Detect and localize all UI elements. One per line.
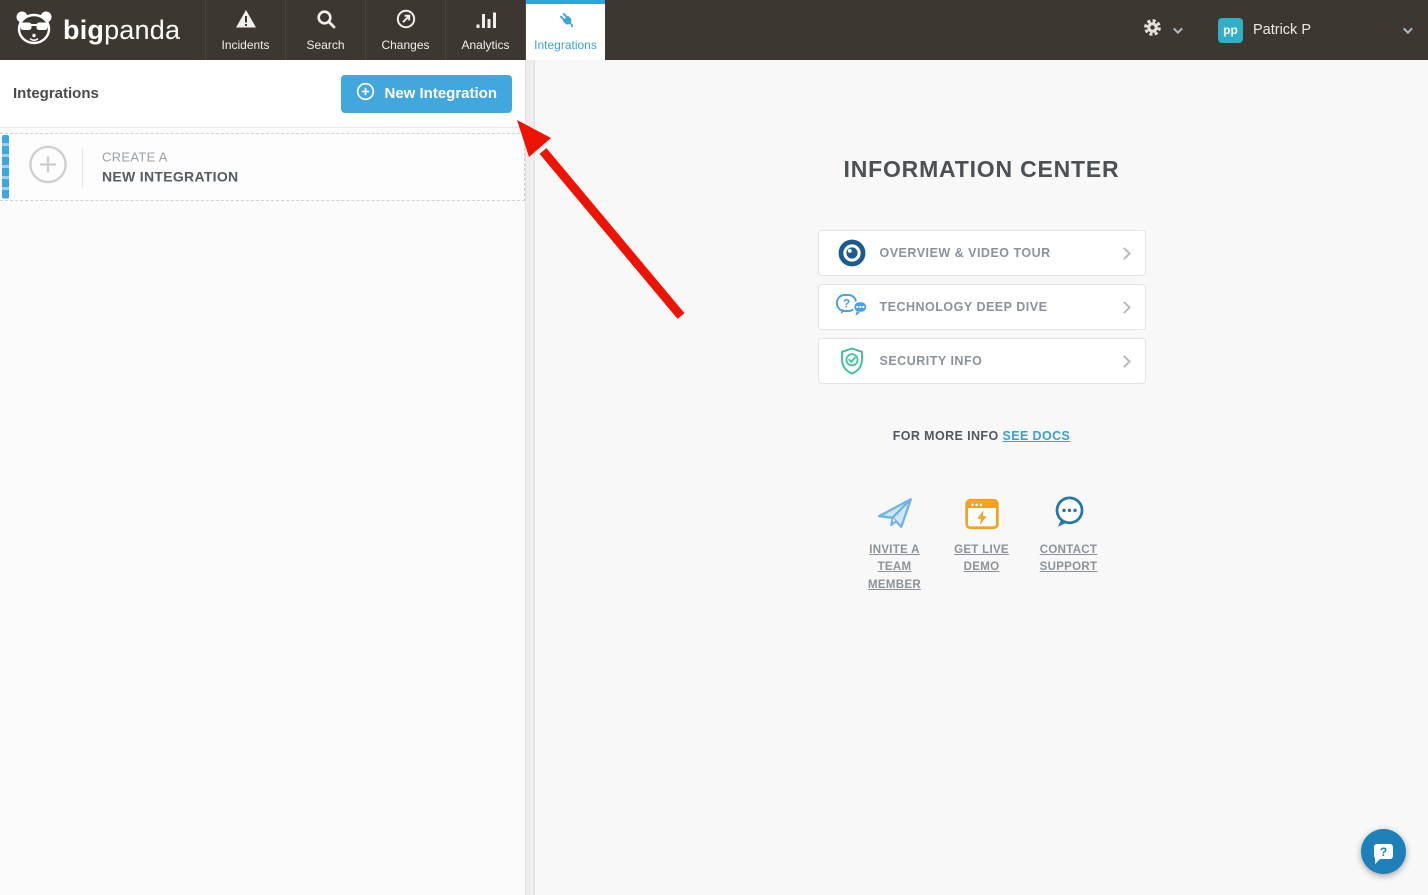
- question-bubble-icon: ?: [1374, 844, 1393, 859]
- chevron-down-icon: [1173, 24, 1183, 34]
- plug-icon: [556, 9, 576, 34]
- tab-label: Analytics: [461, 38, 509, 52]
- tab-label: Incidents: [221, 38, 269, 52]
- overview-video-tour-card[interactable]: OVERVIEW & VIDEO TOUR: [818, 230, 1146, 276]
- settings-menu[interactable]: [1142, 17, 1180, 43]
- panda-icon: [14, 9, 54, 52]
- chevron-right-icon: [1118, 355, 1131, 368]
- avatar[interactable]: pp: [1218, 18, 1243, 43]
- security-shield-icon: [835, 346, 869, 376]
- tech-chat-icon: ?: [835, 292, 869, 322]
- more-info-line: FOR MORE INFO SEE DOCS: [535, 429, 1428, 443]
- contact-support-icon: [1025, 493, 1112, 531]
- quick-link-label: GET LIVE DEMO: [938, 542, 1025, 577]
- tab-label: Search: [306, 38, 344, 52]
- create-card-text: CREATE A NEW INTEGRATION: [102, 150, 238, 185]
- gear-icon: [1142, 17, 1163, 43]
- invite-team-member-link[interactable]: INVITE A TEAM MEMBER: [851, 493, 938, 594]
- overview-eye-icon: [835, 238, 869, 268]
- help-button[interactable]: ?: [1361, 829, 1406, 874]
- chevron-right-icon: [1118, 247, 1131, 260]
- chevron-right-icon: [1118, 301, 1131, 314]
- analytics-icon: [475, 9, 497, 34]
- quick-links: INVITE A TEAM MEMBER GET LIVE DEMO: [535, 493, 1428, 594]
- information-center: INFORMATION CENTER OVERVIEW & VIDEO TOUR…: [535, 60, 1428, 895]
- bigpanda-logo[interactable]: bigpanda: [0, 0, 205, 60]
- create-card-line2: NEW INTEGRATION: [102, 169, 238, 185]
- svg-text:?: ?: [842, 297, 849, 311]
- sidebar-title: Integrations: [13, 85, 99, 102]
- live-demo-icon: [938, 493, 1025, 531]
- warning-icon: [235, 9, 257, 34]
- blue-zipper-edge: [2, 135, 9, 199]
- new-integration-button[interactable]: New Integration: [341, 75, 512, 113]
- card-label: OVERVIEW & VIDEO TOUR: [880, 246, 1051, 260]
- page-title: INFORMATION CENTER: [535, 156, 1428, 183]
- top-nav: bigpanda Incidents Search: [0, 0, 1428, 60]
- plus-circle-icon: [356, 82, 375, 105]
- more-info-text: FOR MORE INFO: [893, 429, 999, 443]
- divider: [82, 148, 83, 188]
- search-icon: [316, 9, 336, 34]
- card-label: TECHNOLOGY DEEP DIVE: [880, 300, 1048, 314]
- user-name[interactable]: Patrick P: [1253, 22, 1311, 38]
- security-info-card[interactable]: SECURITY INFO: [818, 338, 1146, 384]
- contact-support-link[interactable]: CONTACT SUPPORT: [1025, 493, 1112, 594]
- tab-incidents[interactable]: Incidents: [205, 0, 285, 60]
- create-new-integration-card[interactable]: CREATE A NEW INTEGRATION: [0, 133, 525, 201]
- paper-plane-icon: [851, 493, 938, 531]
- see-docs-link[interactable]: SEE DOCS: [1002, 429, 1070, 443]
- tab-label: Integrations: [534, 38, 597, 52]
- tab-integrations[interactable]: Integrations: [525, 0, 605, 60]
- technology-deep-dive-card[interactable]: ? TECHNOLOGY DEEP DIVE: [818, 284, 1146, 330]
- get-live-demo-link[interactable]: GET LIVE DEMO: [938, 493, 1025, 594]
- tab-label: Changes: [381, 38, 429, 52]
- tab-analytics[interactable]: Analytics: [445, 0, 525, 60]
- tab-search[interactable]: Search: [285, 0, 365, 60]
- quick-link-label: CONTACT SUPPORT: [1025, 542, 1112, 577]
- integrations-sidebar: Integrations New Integration CREATE A: [0, 60, 525, 895]
- panel-scrollbar[interactable]: [525, 60, 535, 895]
- create-card-line1: CREATE A: [102, 150, 238, 165]
- user-menu-chevron-icon[interactable]: [1403, 24, 1413, 34]
- brand-text: bigpanda: [63, 15, 180, 46]
- changes-icon: [396, 9, 416, 34]
- plus-circle-outline-icon: [28, 145, 68, 190]
- card-label: SECURITY INFO: [880, 354, 983, 368]
- nav-tabs: Incidents Search Changes: [205, 0, 605, 60]
- info-card-list: OVERVIEW & VIDEO TOUR ? TECHNOLOGY DEEP …: [818, 230, 1146, 384]
- sidebar-header: Integrations New Integration: [0, 60, 525, 128]
- nav-right-controls: pp Patrick P: [1142, 0, 1428, 60]
- tab-changes[interactable]: Changes: [365, 0, 445, 60]
- new-integration-label: New Integration: [384, 85, 497, 102]
- quick-link-label: INVITE A TEAM MEMBER: [851, 542, 938, 594]
